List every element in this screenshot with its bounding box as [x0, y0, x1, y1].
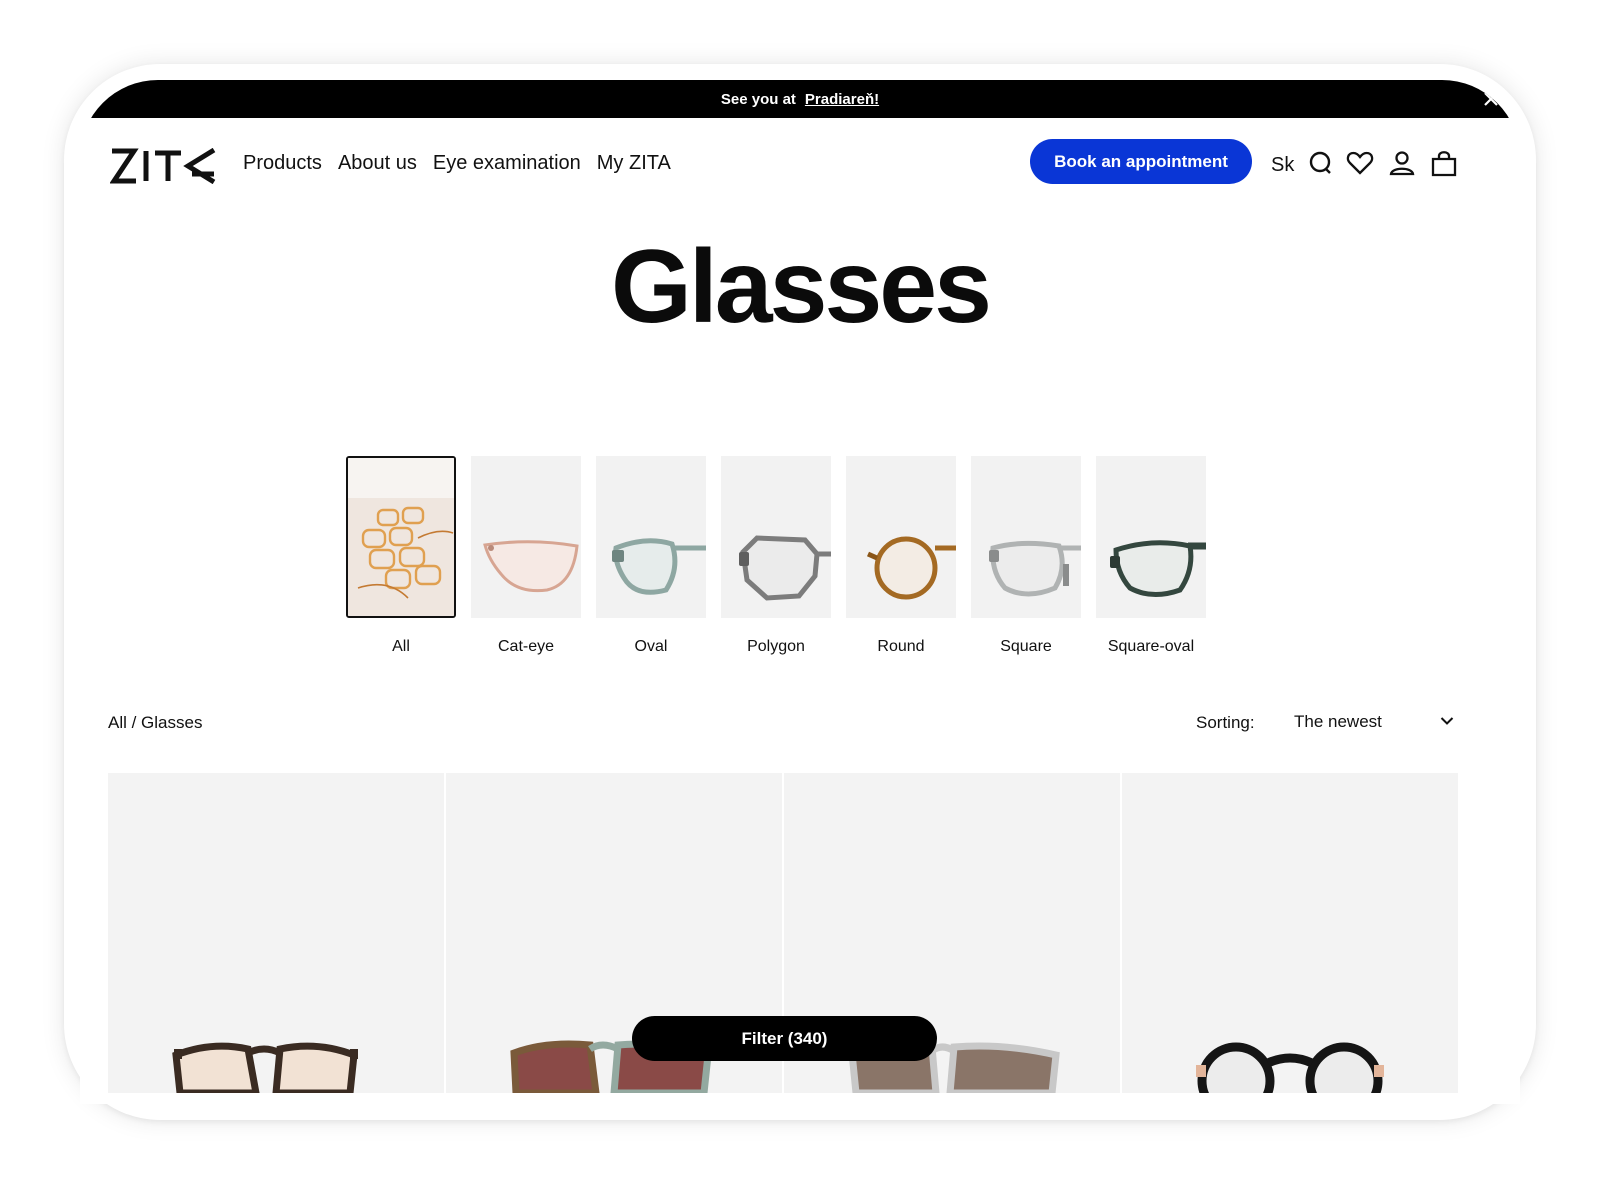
zita-logo[interactable] [109, 147, 218, 189]
site-header: Products About us Eye examination My ZIT… [80, 118, 1520, 210]
nav-products[interactable]: Products [243, 152, 322, 175]
page-title: Glasses [611, 229, 992, 345]
category-filter: All Cat-eye Oval Polygon Round Square Sq… [346, 456, 1206, 656]
product-card[interactable] [1122, 773, 1458, 1093]
category-label: All [392, 638, 410, 655]
announcement-text: See you at [720, 90, 796, 108]
search-icon[interactable] [1306, 148, 1336, 178]
category-image-all [346, 456, 456, 618]
chevron-down-icon [1440, 717, 1454, 725]
product-card[interactable] [108, 773, 444, 1093]
category-image-round [846, 456, 956, 618]
nav-eye-examination[interactable]: Eye examination [433, 152, 581, 175]
category-image-polygon [721, 456, 831, 618]
category-label: Square-oval [1107, 638, 1195, 655]
main-nav: Products About us Eye examination My ZIT… [243, 152, 671, 175]
language-switch[interactable]: Sk [1271, 154, 1294, 177]
category-label: Square [1000, 638, 1052, 655]
category-image-square-oval [1096, 456, 1206, 618]
user-icon[interactable] [1387, 148, 1417, 178]
announcement-bar: See you at Pradiareň! [80, 80, 1520, 118]
bag-icon[interactable] [1429, 148, 1459, 178]
category-image-square [971, 456, 1081, 618]
category-square-oval[interactable]: Square-oval [1096, 456, 1206, 656]
category-square[interactable]: Square [971, 456, 1081, 656]
book-appointment-button[interactable]: Book an appointment [1030, 139, 1252, 184]
category-cat-eye[interactable]: Cat-eye [471, 456, 581, 656]
nav-about-us[interactable]: About us [338, 152, 417, 175]
category-round[interactable]: Round [846, 456, 956, 656]
nav-my-zita[interactable]: My ZITA [597, 152, 671, 175]
category-polygon[interactable]: Polygon [721, 456, 831, 656]
sorting-label: Sorting: [1196, 713, 1255, 732]
category-all[interactable]: All [346, 456, 456, 656]
sorting-select[interactable]: The newest [1294, 704, 1454, 742]
category-label: Cat-eye [497, 638, 555, 655]
heart-icon[interactable] [1345, 148, 1375, 178]
browser-viewport: See you at Pradiareň! Products About us … [80, 80, 1520, 1104]
breadcrumb[interactable]: All / Glasses [108, 713, 202, 733]
category-image-cat-eye [471, 456, 581, 618]
category-oval[interactable]: Oval [596, 456, 706, 656]
category-label: Oval [634, 638, 668, 655]
category-image-oval [596, 456, 706, 618]
filter-button[interactable]: Filter (340) [632, 1016, 937, 1061]
category-label: Polygon [747, 638, 805, 655]
close-icon[interactable] [1480, 88, 1502, 110]
sorting-value: The newest [1294, 712, 1382, 731]
announcement-link[interactable]: Pradiareň! [805, 91, 879, 108]
category-label: Round [877, 638, 925, 655]
